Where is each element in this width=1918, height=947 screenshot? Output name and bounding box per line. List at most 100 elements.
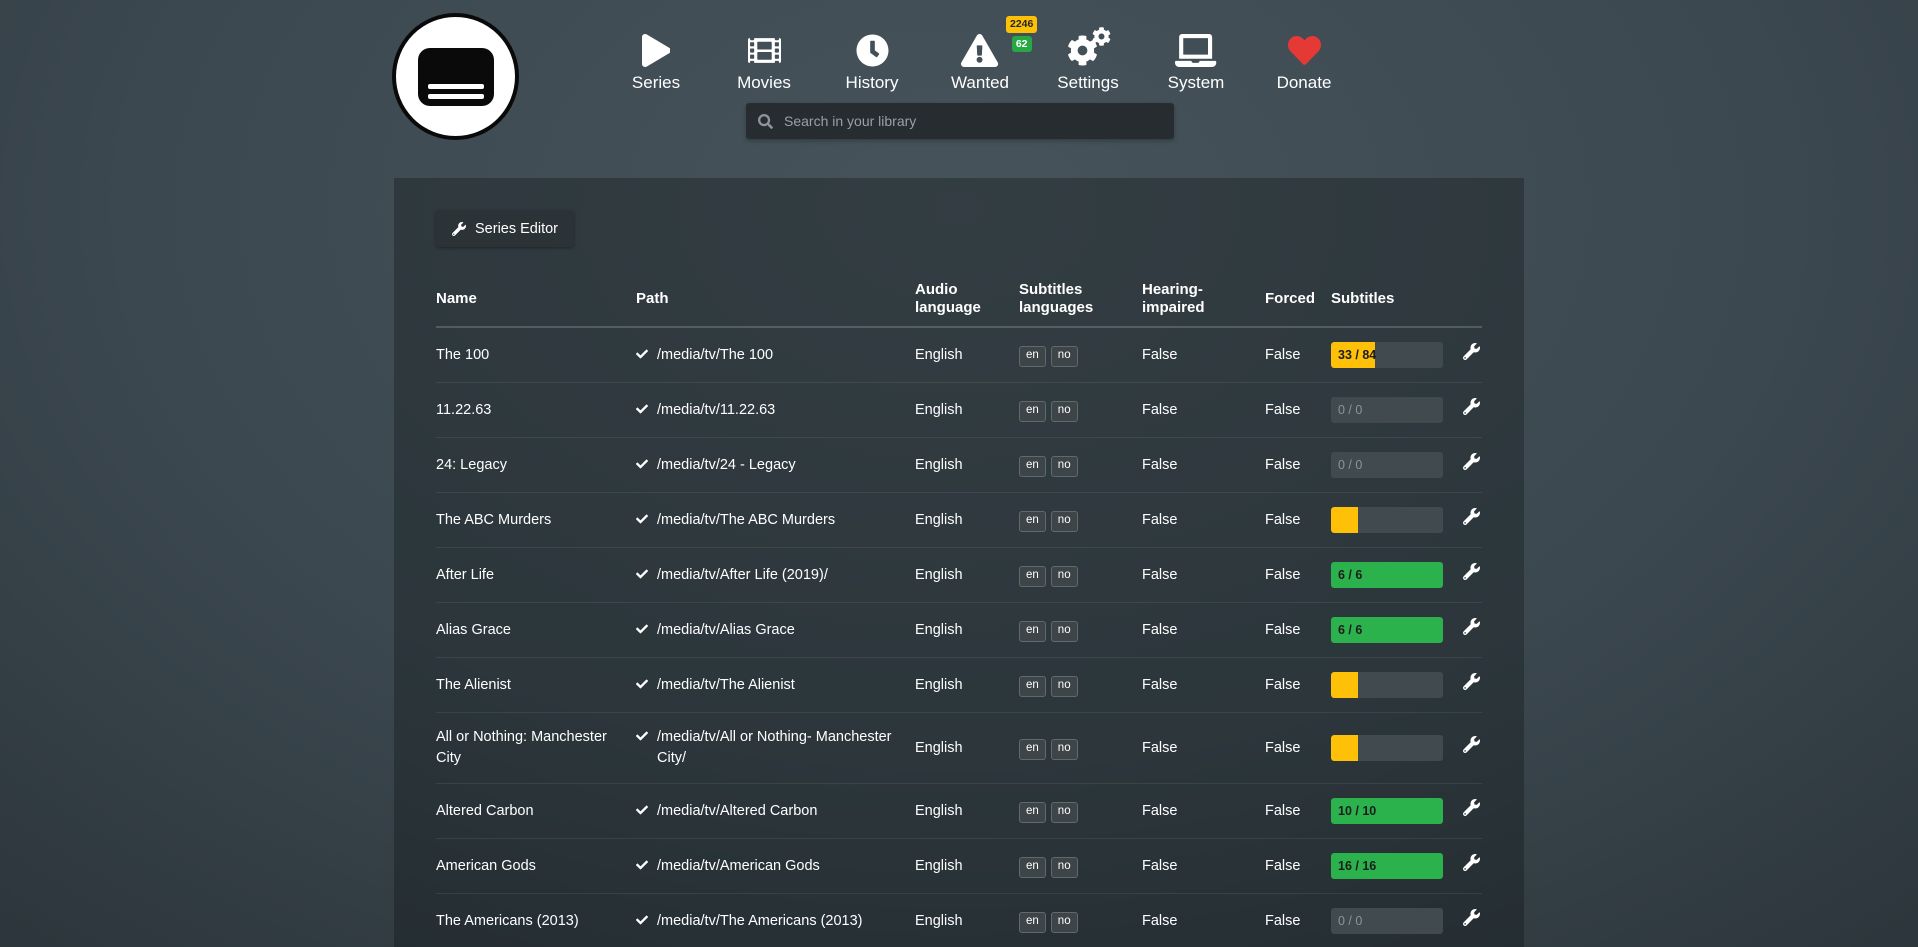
language-badge: no <box>1051 676 1078 697</box>
forced-value: False <box>1265 911 1331 932</box>
wanted-movies-badge: 62 <box>1012 36 1032 53</box>
wrench-icon <box>452 222 466 236</box>
table-row: The ABC Murders/media/tv/The ABC Murders… <box>436 493 1482 548</box>
nav-item-label: Settings <box>1057 73 1118 93</box>
series-path: /media/tv/The ABC Murders <box>636 510 915 531</box>
edit-series-button[interactable] <box>1462 453 1482 477</box>
table-row: Alias Grace/media/tv/Alias GraceEnglishe… <box>436 603 1482 658</box>
check-icon <box>636 730 648 742</box>
progress-label: 0 / 0 <box>1338 456 1362 474</box>
subtitles-progress-bar: 6 / 6 <box>1331 562 1443 588</box>
language-badge: no <box>1051 401 1078 422</box>
progress-label: 6 / 6 <box>1338 621 1362 639</box>
series-name-link[interactable]: The Americans (2013) <box>436 911 636 932</box>
subtitles-progress-bar <box>1331 507 1443 533</box>
language-badge: en <box>1019 739 1046 760</box>
film-icon <box>748 30 781 70</box>
wrench-icon <box>1463 799 1480 823</box>
subtitles-languages: enno <box>1019 454 1142 477</box>
wanted-count-badges: 224662 <box>1006 16 1037 52</box>
series-path: /media/tv/Altered Carbon <box>636 801 915 822</box>
series-path: /media/tv/All or Nothing- Manchester Cit… <box>636 727 915 769</box>
edit-series-button[interactable] <box>1462 618 1482 642</box>
nav-item-wanted[interactable]: 224662Wanted <box>926 22 1034 93</box>
app-logo[interactable] <box>392 13 519 140</box>
search-input[interactable] <box>782 112 1162 130</box>
clock-icon <box>856 30 889 70</box>
progress-fill <box>1331 672 1358 698</box>
subtitles-progress-cell: 16 / 16 <box>1331 853 1462 879</box>
series-name-link[interactable]: American Gods <box>436 856 636 877</box>
series-name-link[interactable]: The 100 <box>436 345 636 366</box>
language-badge: en <box>1019 912 1046 933</box>
series-editor-button[interactable]: Series Editor <box>436 210 574 247</box>
forced-value: False <box>1265 565 1331 586</box>
check-icon <box>636 804 648 816</box>
hearing-impaired-value: False <box>1142 911 1265 932</box>
series-path-text: /media/tv/Altered Carbon <box>657 801 817 822</box>
subtitles-progress-bar: 0 / 0 <box>1331 397 1443 423</box>
audio-language: English <box>915 455 1019 476</box>
forced-value: False <box>1265 675 1331 696</box>
subtitles-languages: enno <box>1019 564 1142 587</box>
edit-series-button[interactable] <box>1462 563 1482 587</box>
check-icon <box>636 458 648 470</box>
nav-item-movies[interactable]: Movies <box>710 22 818 93</box>
column-header-subtitles-languages: Subtitles languages <box>1019 281 1142 316</box>
hearing-impaired-value: False <box>1142 455 1265 476</box>
table-row: The 100/media/tv/The 100EnglishennoFalse… <box>436 328 1482 383</box>
subtitles-languages: enno <box>1019 509 1142 532</box>
series-name-link[interactable]: Alias Grace <box>436 620 636 641</box>
series-name-link[interactable]: The Alienist <box>436 675 636 696</box>
series-name-link[interactable]: Altered Carbon <box>436 801 636 822</box>
nav-item-label: Wanted <box>951 73 1009 93</box>
edit-series-button[interactable] <box>1462 343 1482 367</box>
top-navbar: SeriesMoviesHistory 224662 Wanted Settings S… <box>0 0 1918 178</box>
laptop-icon <box>1175 30 1216 70</box>
column-header-path: Path <box>636 290 915 308</box>
edit-series-button[interactable] <box>1462 508 1482 532</box>
edit-series-button[interactable] <box>1462 398 1482 422</box>
subtitles-progress-bar: 16 / 16 <box>1331 853 1443 879</box>
nav-item-history[interactable]: History <box>818 22 926 93</box>
progress-label: 10 / 10 <box>1338 802 1376 820</box>
progress-label: 16 / 16 <box>1338 857 1376 875</box>
language-badge: no <box>1051 511 1078 532</box>
series-name-link[interactable]: 11.22.63 <box>436 400 636 421</box>
table-header-row: Name Path Audio language Subtitles langu… <box>436 281 1482 328</box>
nav-item-donate[interactable]: Donate <box>1250 22 1358 93</box>
nav-item-system[interactable]: System <box>1142 22 1250 93</box>
hearing-impaired-value: False <box>1142 801 1265 822</box>
wrench-icon <box>1463 736 1480 760</box>
series-path: /media/tv/After Life (2019)/ <box>636 565 915 586</box>
series-path-text: /media/tv/All or Nothing- Manchester Cit… <box>657 727 901 769</box>
wrench-icon <box>1463 673 1480 697</box>
subtitles-languages: enno <box>1019 855 1142 878</box>
nav-item-series[interactable]: Series <box>602 22 710 93</box>
edit-series-button[interactable] <box>1462 799 1482 823</box>
check-icon <box>636 513 648 525</box>
subtitles-languages: enno <box>1019 619 1142 642</box>
check-icon <box>636 914 648 926</box>
series-name-link[interactable]: The ABC Murders <box>436 510 636 531</box>
edit-series-button[interactable] <box>1462 854 1482 878</box>
nav-item-settings[interactable]: Settings <box>1034 22 1142 93</box>
series-path-text: /media/tv/American Gods <box>657 856 820 877</box>
wrench-icon <box>1463 854 1480 878</box>
audio-language: English <box>915 620 1019 641</box>
language-badge: no <box>1051 857 1078 878</box>
language-badge: no <box>1051 739 1078 760</box>
forced-value: False <box>1265 620 1331 641</box>
series-name-link[interactable]: After Life <box>436 565 636 586</box>
series-name-link[interactable]: All or Nothing: Manchester City <box>436 727 636 769</box>
table-row: The Americans (2013)/media/tv/The Americ… <box>436 894 1482 947</box>
subtitles-progress-cell: 6 / 6 <box>1331 562 1462 588</box>
search-bar <box>746 103 1174 139</box>
audio-language: English <box>915 675 1019 696</box>
edit-series-button[interactable] <box>1462 736 1482 760</box>
edit-series-button[interactable] <box>1462 909 1482 933</box>
hearing-impaired-value: False <box>1142 675 1265 696</box>
series-name-link[interactable]: 24: Legacy <box>436 455 636 476</box>
audio-language: English <box>915 565 1019 586</box>
edit-series-button[interactable] <box>1462 673 1482 697</box>
